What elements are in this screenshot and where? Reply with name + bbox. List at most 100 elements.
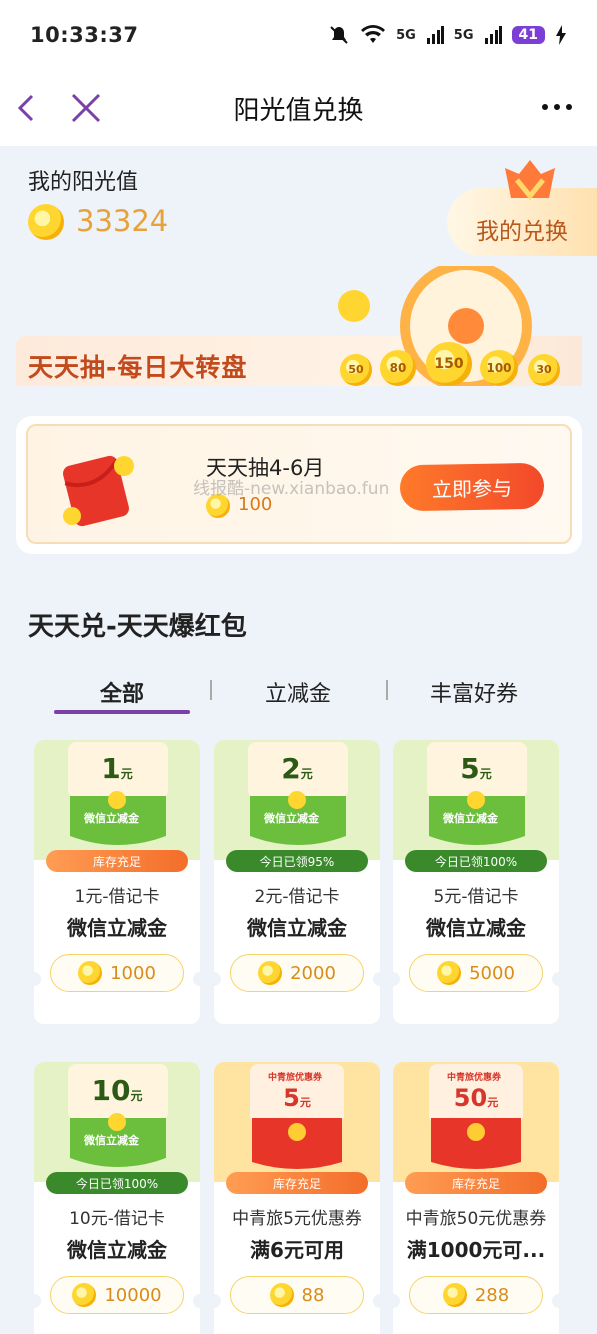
card-notch [373,1294,380,1308]
join-now-label: 立即参与 [431,475,513,502]
price-value: 5000 [469,962,515,984]
progress-badge: 今日已领95% [226,850,368,872]
wheel-coin: 50 [340,354,372,386]
card-notch [552,972,559,986]
network-5g-2: 5G [453,27,474,43]
coin-icon [269,1283,294,1307]
reward-card[interactable]: 5元 微信立减金 今日已领100% 5元-借记卡 微信立减金 5000 [393,740,559,1024]
tab-divider [386,680,388,700]
tab-coupons[interactable]: 丰富好券 [406,676,542,708]
card-notch [373,972,380,986]
card-notch [193,972,200,986]
coin-icon [28,204,64,240]
my-exchange-label: 我的兑换 [476,219,568,245]
card-amount-unit: 元 [299,1096,311,1109]
price-button[interactable]: 2000 [230,954,364,992]
battery-level: 41 [511,26,545,44]
red-envelope-icon [63,455,134,527]
network-5g-1: 5G [396,27,416,43]
card-amount: 50元 [393,1084,559,1112]
tab-instant-discount-label: 立减金 [264,682,331,707]
active-tab-underline [54,710,190,714]
card-notch [214,972,221,986]
price-button[interactable]: 5000 [409,954,543,992]
card-amount-unit: 元 [300,767,313,781]
reward-card[interactable]: 10元 微信立减金 今日已领100% 10元-借记卡 微信立减金 10000 [34,1062,200,1334]
price-button[interactable]: 10000 [50,1276,184,1314]
card-amount: 1元 [34,752,200,785]
card-amount-value: 5 [460,752,480,785]
progress-badge: 今日已领100% [46,1172,188,1194]
crown-badge-icon [505,160,555,200]
reward-card[interactable]: 中青旅优惠券 50元 库存充足 中青旅50元优惠券 满1000元可... 288 [393,1062,559,1334]
sunshine-label: 我的阳光值 [28,170,139,195]
progress-badge: 今日已领100% [405,850,547,872]
card-title: 微信立减金 [426,916,526,940]
join-now-button[interactable]: 立即参与 [399,462,545,512]
card-title: 微信立减金 [247,916,347,940]
tab-instant-discount[interactable]: 立减金 [230,676,366,708]
card-notch [193,1294,200,1308]
watermark-text: 线报酷-new.xianbao.fun [193,479,390,499]
card-subtitle: 1元-借记卡 [74,887,160,907]
card-amount-unit: 元 [130,1089,143,1103]
price-button[interactable]: 288 [409,1276,543,1314]
reward-card[interactable]: 中青旅优惠券 5元 库存充足 中青旅5元优惠券 满6元可用 88 [214,1062,380,1334]
mute-icon [330,26,348,44]
card-amount-value: 10 [91,1074,131,1107]
card-notch [393,1294,400,1308]
section-title: 天天兑-天天爆红包 [28,612,247,642]
more-icon[interactable] [537,90,577,124]
card-amount-value: 50 [453,1084,488,1112]
card-amount-unit: 元 [487,1096,499,1109]
card-notch [552,1294,559,1308]
card-subtitle: 5元-借记卡 [433,887,519,907]
card-title: 微信立减金 [67,1238,167,1262]
main-content: 我的阳光值 33324 我的兑换 天天抽-每日大转盘 50 80 150 100… [0,146,597,1334]
wheel-coin: 100 [480,350,518,386]
status-bar: 10:33:37 5G 5G 41 [0,0,597,70]
card-notch [34,972,41,986]
sunshine-value: 33324 [76,204,169,238]
wifi-icon [361,25,386,43]
card-tag: 微信立减金 [443,812,498,825]
card-title: 微信立减金 [67,916,167,940]
card-amount: 5元 [393,752,559,785]
signal-icon [484,26,502,44]
status-time: 10:33:37 [30,23,139,47]
signal-icon [426,26,444,44]
stock-badge: 库存充足 [405,1172,547,1194]
card-subtitle: 中青旅5元优惠券 [232,1209,362,1229]
price-value: 88 [301,1284,325,1306]
reward-card[interactable]: 2元 微信立减金 今日已领95% 2元-借记卡 微信立减金 2000 [214,740,380,1024]
card-title: 满6元可用 [250,1238,344,1262]
coin-icon [258,961,283,985]
card-amount: 5元 [214,1084,380,1112]
wheel-coins: 50 80 150 100 30 [338,342,582,386]
tab-all[interactable]: 全部 [54,676,190,708]
card-amount-value: 1 [101,752,121,785]
card-amount-value: 5 [283,1084,300,1112]
price-button[interactable]: 88 [230,1276,364,1314]
card-amount: 10元 [34,1074,200,1107]
card-title: 满1000元可... [406,1238,546,1262]
tab-all-label: 全部 [99,682,144,707]
price-button[interactable]: 1000 [50,954,184,992]
wheel-coin: 80 [380,350,416,386]
wheel-coin: 150 [426,342,472,386]
reward-card[interactable]: 1元 微信立减金 库存充足 1元-借记卡 微信立减金 1000 [34,740,200,1024]
card-tag: 微信立减金 [264,812,319,825]
card-notch [393,972,400,986]
card-amount: 2元 [214,752,380,785]
status-icons: 5G 5G 41 [328,24,567,46]
price-value: 2000 [290,962,336,984]
wheel-coin: 30 [528,354,560,386]
card-tag: 微信立减金 [84,812,139,825]
wheel-banner[interactable]: 天天抽-每日大转盘 50 80 150 100 30 [16,266,582,406]
card-notch [34,1294,41,1308]
page-title: 阳光值兑换 [233,96,364,126]
category-tabs: 全部 立减金 丰富好券 [0,666,597,716]
card-tag: 中青旅优惠券 [268,1073,323,1083]
card-amount-unit: 元 [120,767,133,781]
coin-icon [442,1283,467,1307]
